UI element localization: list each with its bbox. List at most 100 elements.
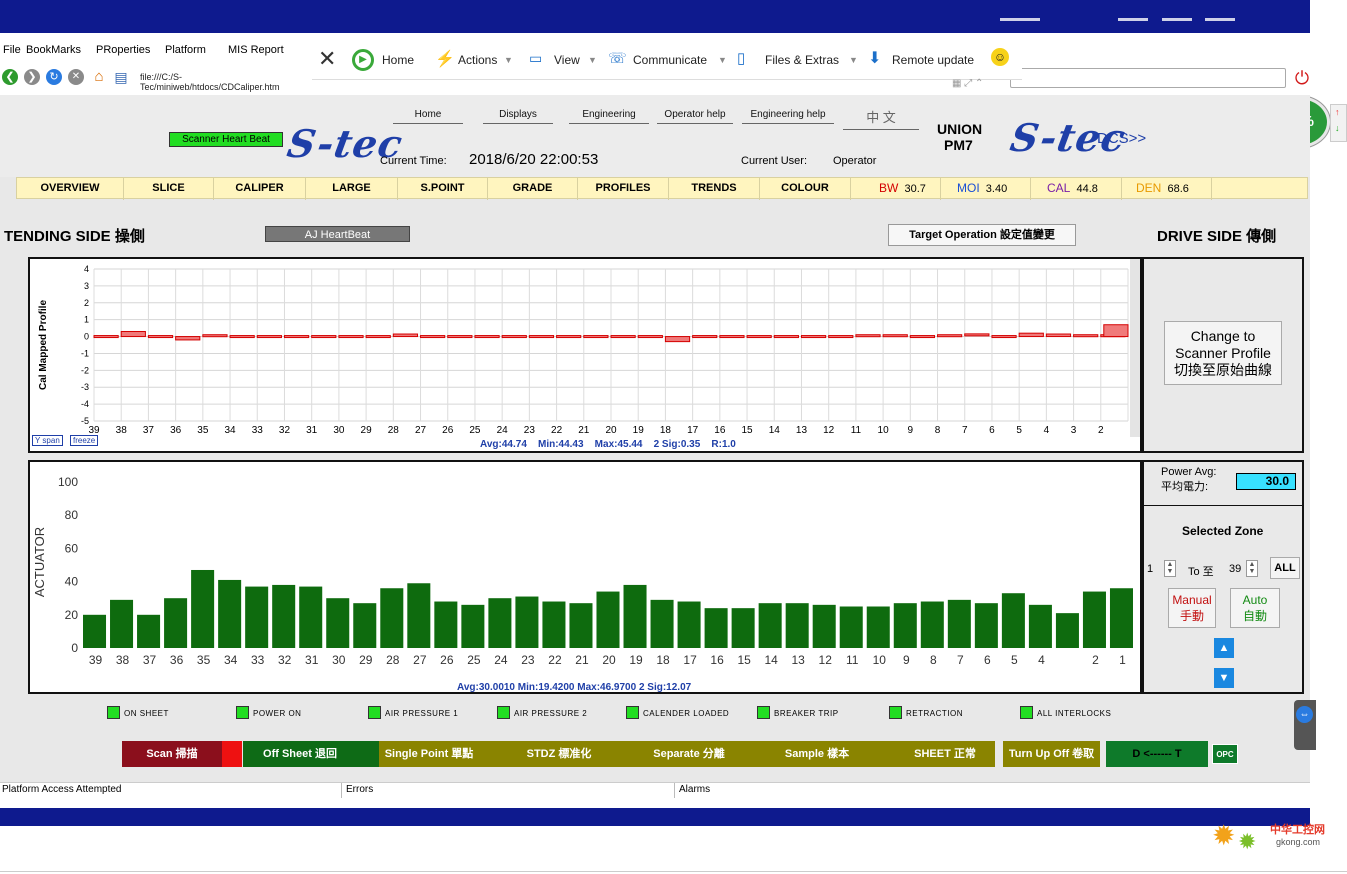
x-tick-label: 21 (578, 425, 590, 436)
actuator-bar (353, 603, 377, 648)
toolbar-home[interactable]: Home (382, 53, 414, 67)
yspan-button[interactable]: Y span (32, 435, 63, 446)
scroll-up-icon[interactable]: ▲ (1214, 638, 1234, 658)
expand-icon[interactable]: ⇔ (1296, 706, 1313, 723)
print-icon[interactable]: ▤ (112, 68, 130, 86)
zone-to-stepper[interactable]: ▲ ▼ (1246, 560, 1258, 577)
tab-caliper[interactable]: CALIPER (214, 178, 306, 200)
zone-from-stepper[interactable]: ▲ ▼ (1164, 560, 1176, 577)
scrollbar[interactable] (1130, 259, 1140, 437)
actuator-bar (515, 596, 539, 648)
x-tick-label: 35 (197, 425, 209, 436)
home-circle-icon[interactable]: ▶ (352, 49, 374, 71)
menu-bookmarks[interactable]: BookMarks (26, 44, 81, 56)
command-button[interactable]: Sample 樣本 (767, 741, 867, 767)
nav-home[interactable]: Home (393, 109, 463, 124)
actuator-bar (1055, 613, 1079, 648)
command-button[interactable]: D <------ T (1106, 741, 1208, 767)
arrow-up-icon: ↑ (1335, 107, 1340, 117)
tab-trends[interactable]: TRENDS (669, 178, 760, 200)
auto-button[interactable]: Auto 自動 (1230, 588, 1280, 628)
command-button[interactable]: Turn Up Off 卷取 (1003, 741, 1100, 767)
actuator-bar (1028, 604, 1052, 648)
menu-file[interactable]: File (3, 44, 21, 56)
menu-properties[interactable]: PRoperties (96, 44, 150, 56)
x-tick-label: 34 (224, 425, 236, 436)
actuator-bar (893, 603, 917, 648)
indicator-label: CALENDER LOADED (643, 709, 730, 718)
y-axis-label: ACTUATOR (32, 527, 47, 597)
profile-bar (909, 335, 936, 339)
tab-spoint[interactable]: S.POINT (398, 178, 488, 200)
freeze-button[interactable]: freeze (70, 435, 99, 446)
download-icon: ⬇ (868, 50, 882, 67)
tab-colour[interactable]: COLOUR (760, 178, 851, 200)
tending-side-label: TENDING SIDE 操側 (4, 228, 145, 245)
toolbar-communicate[interactable]: Communicate (633, 53, 707, 67)
scroll-down-icon[interactable]: ▼ (1214, 668, 1234, 688)
command-button[interactable]: Scan 掃描 (122, 741, 222, 767)
divider (674, 783, 675, 798)
chevron-down-icon: ▼ (718, 55, 727, 65)
home-icon[interactable]: ⌂ (90, 68, 108, 86)
menu-mis-report[interactable]: MIS Report (228, 44, 284, 56)
actuator-chart: 02040608010039 38 37 36 35 34 33 32 31 30 29 28 27 26… (32, 475, 1133, 667)
command-button[interactable]: Separate 分離 (639, 741, 739, 767)
profile-bar (692, 335, 718, 339)
smiley-icon[interactable]: ☺ (991, 48, 1009, 66)
nav-operator-help[interactable]: Operator help (657, 109, 733, 124)
tab-grade[interactable]: GRADE (488, 178, 578, 200)
command-button[interactable]: SHEET 正常 (895, 741, 995, 767)
address-text[interactable]: file:///C:/S-Tec/miniweb/htdocs/CDCalipe… (140, 72, 280, 92)
gear-icon: ✹ (1212, 820, 1236, 851)
zone-from-value[interactable]: 1 (1147, 563, 1153, 575)
command-button[interactable]: Off Sheet 退回 (243, 741, 357, 767)
x-tick-label: 28 (386, 653, 400, 667)
toolbar-view[interactable]: View (554, 53, 580, 67)
side-scroll-widget[interactable]: ⇔ (1294, 700, 1316, 750)
indicator-light (236, 706, 249, 719)
indicator-light (368, 706, 381, 719)
change-profile-button[interactable]: Change to Scanner Profile 切換至原始曲線 (1164, 321, 1282, 385)
all-button[interactable]: ALL (1270, 557, 1300, 579)
command-button[interactable]: STDZ 標准化 (509, 741, 609, 767)
x-tick-label: 17 (687, 425, 699, 436)
indicator-light (757, 706, 770, 719)
refresh-icon[interactable]: ↻ (46, 69, 62, 85)
actuator-bar (839, 606, 863, 648)
nav-engineering[interactable]: Engineering (569, 109, 649, 124)
forward-icon[interactable]: ❯ (24, 69, 40, 85)
x-tick-label: 33 (251, 653, 265, 667)
command-button[interactable]: OPC (1212, 744, 1238, 764)
toolbar-remote-update[interactable]: Remote update (892, 53, 974, 67)
stop-icon[interactable]: ✕ (68, 69, 84, 85)
zone-to-value[interactable]: 39 (1229, 563, 1241, 575)
target-operation-button[interactable]: Target Operation 設定值變更 (888, 224, 1076, 246)
actuator-bar (380, 588, 404, 648)
actuator-bar (947, 599, 971, 648)
command-button[interactable]: Single Point 單點 (379, 741, 479, 767)
tab-profiles[interactable]: PROFILES (578, 178, 669, 200)
toolbar-actions[interactable]: Actions (458, 53, 497, 67)
tab-slice[interactable]: SLICE (124, 178, 214, 200)
power-icon[interactable]: ⏻ (1292, 68, 1312, 88)
manual-button[interactable]: Manual 手動 (1168, 588, 1216, 628)
nav-chinese[interactable]: 中 文 (843, 107, 919, 130)
x-tick-label: 3 (1071, 425, 1077, 436)
dcs-link[interactable]: DCS>> (1097, 130, 1146, 147)
tab-large[interactable]: LARGE (306, 178, 398, 200)
indicator-label: ALL INTERLOCKS (1037, 709, 1112, 718)
close-icon[interactable]: ✕ (318, 46, 336, 72)
actuator-bar (1109, 588, 1133, 648)
actuator-bar (164, 598, 188, 648)
toolbar-files-extras[interactable]: Files & Extras (765, 53, 839, 67)
x-tick-label: 38 (116, 425, 128, 436)
address-input[interactable] (1010, 68, 1286, 88)
grid-icon[interactable]: ▦ ⤢ ⌃ (952, 78, 983, 89)
scanner-heartbeat: Scanner Heart Beat (169, 132, 283, 147)
nav-displays[interactable]: Displays (483, 109, 553, 124)
menu-platform[interactable]: Platform (165, 44, 206, 56)
back-icon[interactable]: ❮ (2, 69, 18, 85)
tab-overview[interactable]: OVERVIEW (17, 178, 124, 200)
nav-engineering-help[interactable]: Engineering help (742, 109, 834, 124)
